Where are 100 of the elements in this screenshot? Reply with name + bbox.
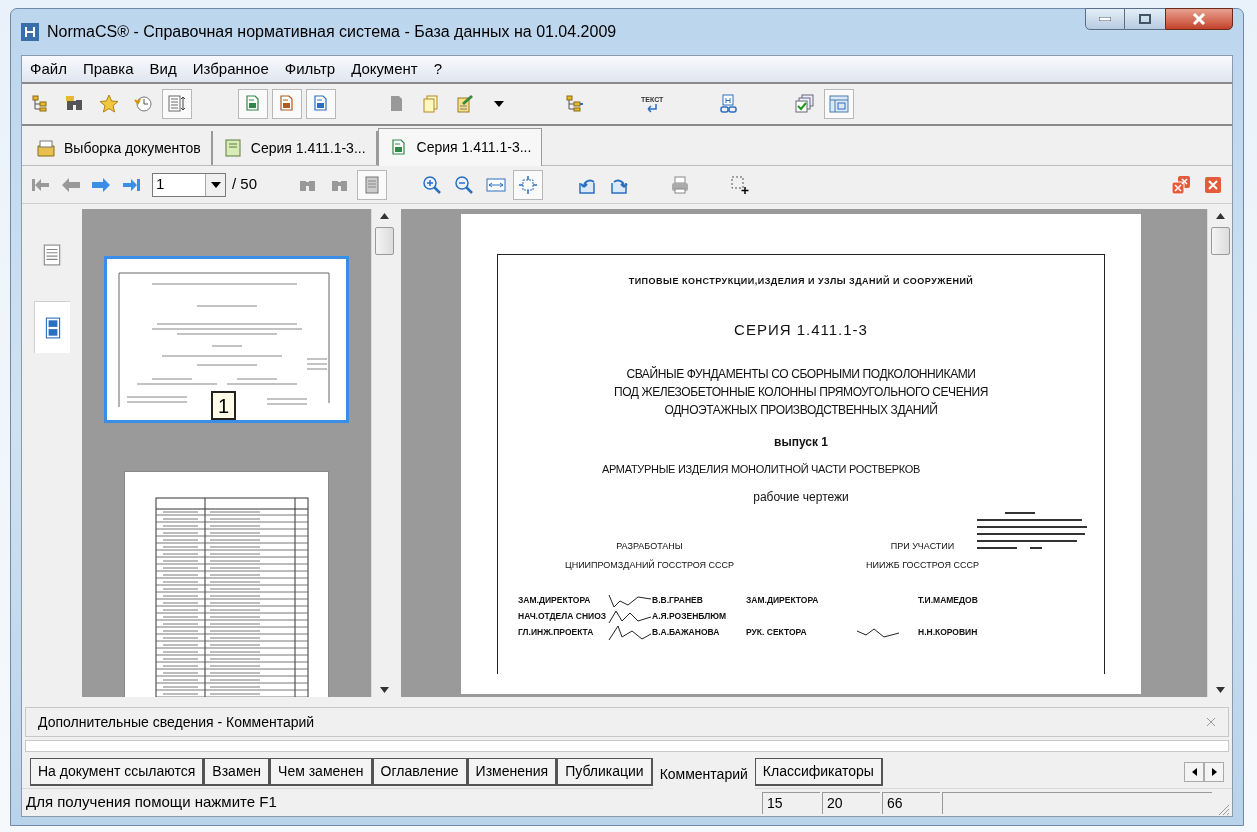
tree-arrow-icon (565, 94, 585, 114)
document-header: ТИПОВЫЕ КОНСТРУКЦИИ,ИЗДЕЛИЯ И УЗЛЫ ЗДАНИЙ И СООРУЖЕНИЙ (628, 275, 974, 288)
signatory-role: НАЧ.ОТДЕЛА СНИОЗ (518, 610, 608, 623)
info-tab[interactable]: Классификаторы (754, 757, 883, 786)
outline-icon (41, 244, 63, 266)
series-title: СЕРИЯ 1.411.1-3 (734, 319, 868, 340)
document-button[interactable] (238, 89, 268, 119)
status-cell: 15 (762, 791, 820, 814)
document-tab[interactable]: Серия 1.411.1-3... (377, 128, 543, 166)
status-cell: 20 (822, 791, 880, 814)
star-icon (99, 94, 119, 114)
checked-pages-icon (795, 94, 816, 114)
document-link-icon (719, 94, 740, 114)
zoom-in-icon (422, 174, 443, 195)
window-button[interactable] (824, 89, 855, 119)
signature-drawing (608, 608, 652, 625)
return-arrow-icon (646, 103, 659, 113)
app-logo-icon (21, 23, 39, 41)
signature-drawing (608, 624, 652, 641)
page-thumbnail[interactable]: 1 (104, 256, 349, 423)
signatory-name: В.В.ГРАНЕВ (652, 594, 704, 607)
close-button[interactable] (1165, 8, 1233, 30)
signatory-name: А.Я.РОЗЕНБЛЮМ (652, 610, 727, 623)
signatory-role: РУК. СЕКТОРА (746, 626, 808, 639)
developer-name: ЦНИИПРОМЗДАНИЙ ГОССТРОЯ СССР (565, 559, 734, 572)
signatory-name: В.А.БАЖАНОВА (652, 626, 721, 639)
info-tab[interactable]: Оглавление (372, 757, 468, 786)
menu-item[interactable]: Файл (30, 57, 67, 81)
menu-item[interactable]: Фильтр (284, 57, 336, 81)
thumbnails-button[interactable] (34, 301, 70, 353)
close-icon[interactable] (1206, 717, 1216, 727)
fit-page-icon (518, 174, 539, 195)
page-thumbnail[interactable] (124, 471, 329, 697)
signatory-role: ЗАМ.ДИРЕКТОРА (746, 594, 820, 607)
page-button[interactable] (357, 169, 388, 200)
print-icon (670, 174, 691, 195)
menu-item[interactable]: Документ (351, 57, 418, 81)
scroll-up-icon (379, 213, 389, 219)
signatory-role: ЗАМ.ДИРЕКТОРА (518, 594, 592, 607)
window-icon (829, 94, 850, 114)
status-message: Для получения помощи нажмите F1 (26, 792, 278, 813)
signature-drawing (608, 592, 652, 609)
menu-item[interactable]: ? (433, 57, 442, 81)
select-area-icon (730, 174, 751, 195)
close-icon (1192, 13, 1206, 25)
document-type: рабочие чертежи (753, 488, 849, 506)
caret-icon (494, 101, 504, 107)
document-title-line: СВАЙНЫЕ ФУНДАМЕНТЫ СО СБОРНЫМИ ПОДКОЛОННИКАМИ (626, 365, 976, 383)
menu-item[interactable]: Правка (82, 57, 134, 81)
close-icon (1203, 174, 1223, 195)
resize-grip-icon[interactable] (1216, 802, 1230, 816)
window-title: NormaCS® - Справочная нормативная система - База данных на 01.04.2009 (47, 22, 617, 42)
issue-label: выпуск 1 (774, 434, 828, 451)
list-icon (167, 94, 187, 114)
developed-label: РАЗРАБОТАНЫ (616, 539, 683, 553)
clock-icon (133, 94, 153, 114)
info-panel-title: Дополнительные сведения - Комментарий (38, 712, 315, 732)
document-tab[interactable]: Выборка документов (26, 131, 213, 165)
list-button[interactable] (162, 89, 192, 119)
folder-icon (36, 138, 56, 158)
document-tab[interactable]: Серия 1.411.1-3... (212, 131, 378, 165)
participant-name: НИИЖБ ГОССТРОЯ СССР (866, 559, 979, 572)
arrow-right-icon (1211, 767, 1217, 776)
scroll-down-icon (1215, 687, 1225, 693)
document-title-line: ПОД ЖЕЛЕЗОБЕТОННЫЕ КОЛОННЫ ПРЯМОУГОЛЬНОГО СЕЧЕНИЯ (613, 384, 989, 401)
signatory-name: Т.И.МАМЕДОВ (918, 594, 978, 607)
documents-icon (421, 94, 441, 114)
page-total: / 50 (232, 174, 258, 195)
fit-page-button[interactable] (513, 169, 544, 200)
info-tab[interactable]: Чем заменен (270, 757, 373, 786)
document-button[interactable] (272, 89, 302, 119)
info-tab[interactable]: Публикации (557, 757, 653, 786)
menu-item[interactable]: Избранное (192, 57, 269, 81)
maximize-icon (1139, 14, 1151, 24)
zoom-out-icon (454, 174, 475, 195)
book-icon (222, 138, 243, 158)
scroll-thumb[interactable] (1210, 227, 1230, 255)
page-number-label: 1 (211, 391, 236, 420)
maximize-button[interactable] (1125, 8, 1165, 30)
scroll-up-icon (1215, 213, 1225, 219)
document-button[interactable] (306, 89, 336, 119)
tab-scroll-right-button[interactable] (1204, 761, 1224, 782)
document-title-line: ОДНОЭТАЖНЫХ ПРОИЗВОДСТВЕННЫХ ЗДАНИЙ (664, 401, 938, 419)
close-all-icon (1171, 174, 1191, 195)
scroll-thumb[interactable] (374, 227, 394, 255)
signatory-name: Н.Н.КОРОВИН (918, 626, 978, 639)
page-number: 1 (155, 174, 166, 195)
page-field[interactable]: 1 (152, 172, 226, 197)
info-tab[interactable]: Взамен (204, 757, 271, 786)
minimize-button[interactable] (1085, 8, 1125, 30)
document-subtitle: АРМАТУРНЫЕ ИЗДЕЛИЯ МОНОЛИТНОЙ ЧАСТИ РОСТВЕРКОВ (601, 462, 921, 477)
info-tab[interactable]: Изменения (467, 757, 558, 786)
info-tab[interactable]: На документ ссылаются (30, 757, 205, 786)
tab-scroll-left-button[interactable] (1184, 761, 1204, 782)
menu-item[interactable]: Вид (149, 57, 177, 81)
signatory-role: ГЛ.ИНЖ.ПРОЕКТА (518, 626, 595, 639)
dropdown-caret-icon (210, 181, 221, 188)
status-cell: 66 (882, 791, 940, 814)
participation-label: ПРИ УЧАСТИИ (890, 539, 955, 553)
minimize-icon (1099, 17, 1111, 21)
